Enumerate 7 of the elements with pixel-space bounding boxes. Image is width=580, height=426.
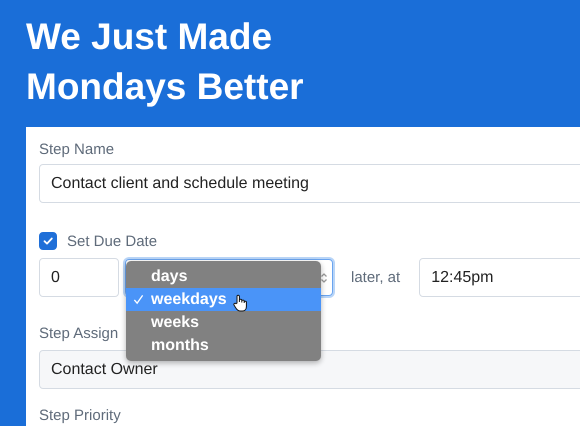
headline: Mondays Better [26,65,304,109]
field-label: Step Priority [39,407,121,425]
later-at-label: later, at [351,269,400,286]
checkbox-label: Set Due Date [67,232,158,250]
field-label: Step Assign [39,325,118,343]
field-label: Step Name [39,141,114,159]
headline: We Just Made [26,15,272,59]
